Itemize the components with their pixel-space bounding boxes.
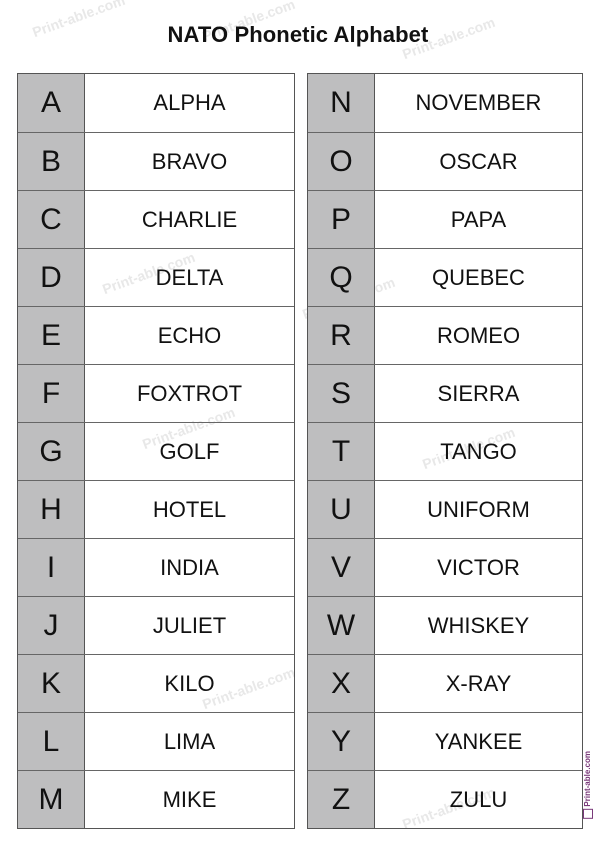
- table-row: W WHISKEY: [308, 596, 582, 654]
- table-row: A ALPHA: [18, 74, 294, 132]
- side-watermark-text: Print-able.com: [583, 751, 592, 807]
- code-word-cell: JULIET: [152, 612, 227, 638]
- side-watermark: Print-able.com: [583, 751, 593, 822]
- letter-cell: E: [18, 307, 85, 364]
- table-row: B BRAVO: [18, 132, 294, 190]
- code-word-cell: WHISKEY: [427, 612, 530, 638]
- letter-cell: K: [18, 655, 85, 712]
- table-row: Q QUEBEC: [308, 248, 582, 306]
- letter-cell: X: [308, 655, 375, 712]
- code-word-cell: INDIA: [160, 554, 219, 580]
- code-word-cell: LIMA: [163, 728, 216, 754]
- table-row: U UNIFORM: [308, 480, 582, 538]
- letter-cell: I: [18, 539, 85, 596]
- letter-cell: L: [18, 713, 85, 770]
- letter-cell: R: [308, 307, 375, 364]
- code-word-cell: NOVEMBER: [415, 90, 542, 115]
- table-row: Y YANKEE: [308, 712, 582, 770]
- code-word-cell: ZULU: [449, 786, 508, 812]
- table-row: D DELTA: [18, 248, 294, 306]
- code-word-cell: GOLF: [159, 438, 220, 464]
- table-row: G GOLF: [18, 422, 294, 480]
- code-word-cell: KILO: [164, 670, 215, 696]
- letter-cell: Q: [308, 249, 375, 306]
- page-title: NATO Phonetic Alphabet: [167, 22, 429, 47]
- table-row: K KILO: [18, 654, 294, 712]
- letter-cell: Y: [308, 713, 375, 770]
- table-row: X X-RAY: [308, 654, 582, 712]
- table-row: V VICTOR: [308, 538, 582, 596]
- code-word-cell: VICTOR: [437, 554, 520, 580]
- table-row: J JULIET: [18, 596, 294, 654]
- letter-cell: D: [18, 249, 85, 306]
- code-word-cell: TANGO: [440, 438, 517, 464]
- code-word-cell: ECHO: [157, 322, 222, 348]
- code-word-cell: X-RAY: [445, 670, 512, 696]
- code-word-cell: ROMEO: [436, 322, 521, 348]
- letter-cell: S: [308, 365, 375, 422]
- code-word-cell: ALPHA: [153, 90, 226, 115]
- code-word-cell: HOTEL: [152, 496, 227, 522]
- code-word-cell: FOXTROT: [136, 380, 243, 406]
- code-word-cell: QUEBEC: [432, 264, 525, 290]
- table-row: Z ZULU: [308, 770, 582, 828]
- letter-cell: B: [18, 133, 85, 190]
- code-word-cell: OSCAR: [439, 148, 518, 174]
- letter-cell: P: [308, 191, 375, 248]
- table-row: O OSCAR: [308, 132, 582, 190]
- table-row: R ROMEO: [308, 306, 582, 364]
- code-word-cell: UNIFORM: [427, 496, 530, 522]
- letter-cell: N: [308, 74, 375, 132]
- code-word-cell: DELTA: [155, 264, 224, 290]
- table-row: L LIMA: [18, 712, 294, 770]
- table-row: T TANGO: [308, 422, 582, 480]
- letter-cell: J: [18, 597, 85, 654]
- letter-cell: V: [308, 539, 375, 596]
- table-row: I INDIA: [18, 538, 294, 596]
- letter-cell: Z: [308, 771, 375, 828]
- letter-cell: F: [18, 365, 85, 422]
- table-row: H HOTEL: [18, 480, 294, 538]
- letter-cell: A: [18, 74, 85, 132]
- code-word-cell: PAPA: [450, 206, 507, 232]
- letter-cell: M: [18, 771, 85, 828]
- table-row: M MIKE: [18, 770, 294, 828]
- code-word-cell: BRAVO: [151, 148, 228, 174]
- table-row: S SIERRA: [308, 364, 582, 422]
- letter-cell: T: [308, 423, 375, 480]
- table-row: P PAPA: [308, 190, 582, 248]
- table-row: F FOXTROT: [18, 364, 294, 422]
- code-word-cell: YANKEE: [434, 728, 523, 754]
- letter-cell: H: [18, 481, 85, 538]
- letter-cell: U: [308, 481, 375, 538]
- phonetic-table-a-to-m: A ALPHA B BRAVO C CHARLIE D DELTA E ECHO F FOXTROT G…: [17, 73, 295, 829]
- letter-cell: O: [308, 133, 375, 190]
- code-word-cell: MIKE: [162, 786, 217, 812]
- table-row: C CHARLIE: [18, 190, 294, 248]
- printer-icon: [583, 809, 593, 819]
- table-row: E ECHO: [18, 306, 294, 364]
- phonetic-table-n-to-z: N NOVEMBER O OSCAR P PAPA Q QUEBEC R ROMEO S SIERRA…: [307, 73, 583, 829]
- letter-cell: G: [18, 423, 85, 480]
- letter-cell: W: [308, 597, 375, 654]
- code-word-cell: CHARLIE: [141, 206, 238, 232]
- code-word-cell: SIERRA: [437, 380, 520, 406]
- table-row: N NOVEMBER: [308, 74, 582, 132]
- letter-cell: C: [18, 191, 85, 248]
